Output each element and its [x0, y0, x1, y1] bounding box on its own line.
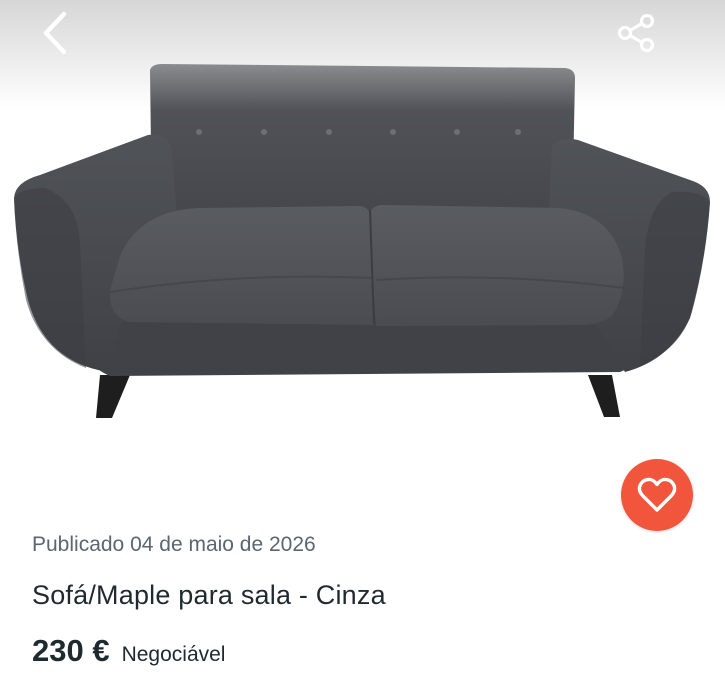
share-icon [617, 13, 655, 53]
favorite-button[interactable] [621, 459, 693, 531]
listing-title: Sofá/Maple para sala - Cinza [32, 580, 386, 610]
heart-icon [637, 477, 677, 512]
published-date: Publicado 04 de maio de 2026 [32, 533, 316, 556]
share-button[interactable] [612, 8, 662, 58]
chevron-left-icon [43, 11, 67, 55]
price-row: 230 € Negociável [32, 633, 225, 669]
back-button[interactable] [30, 8, 80, 58]
negotiable-label: Negociável [121, 643, 226, 666]
listing-photo[interactable] [0, 0, 725, 465]
price: 230 € [32, 633, 110, 668]
